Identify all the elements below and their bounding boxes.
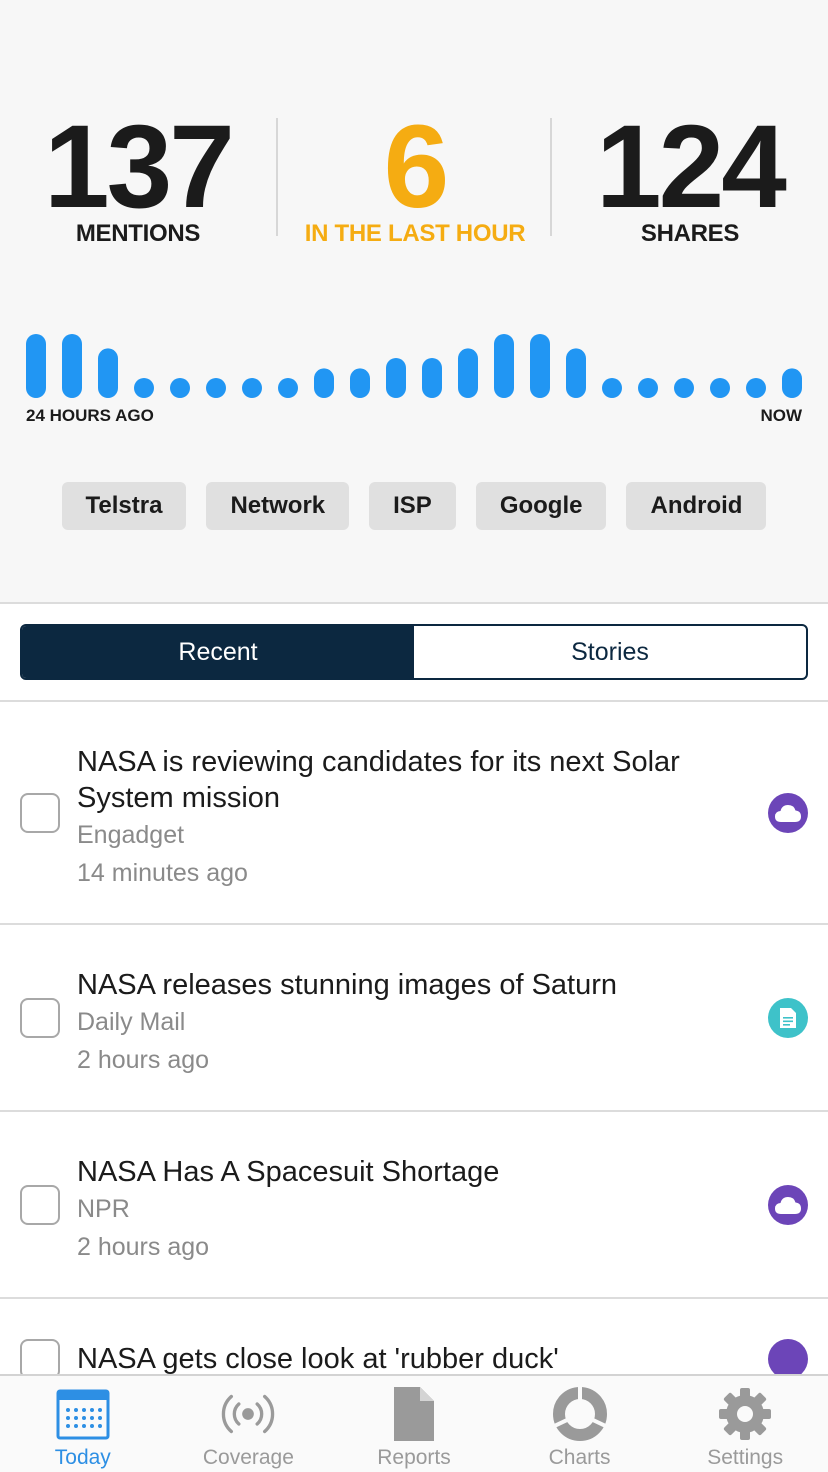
cloud-icon: [768, 1339, 808, 1374]
feed-segmented-control: Recent Stories: [20, 624, 808, 680]
tab-label: Coverage: [202, 1446, 294, 1469]
bottom-tab-bar: Today Coverage Reports Charts Settings: [0, 1374, 828, 1472]
item-source: Daily Mail: [77, 1008, 186, 1036]
stat-divider: [550, 118, 552, 236]
last-hour-label: IN THE LAST HOUR: [304, 220, 526, 247]
report-icon: [384, 1386, 444, 1442]
donut-chart-icon: [550, 1385, 610, 1442]
broadcast-icon: [218, 1386, 278, 1442]
activity-bar: [674, 378, 694, 398]
activity-bar: [98, 348, 118, 398]
item-source: NPR: [77, 1195, 130, 1223]
cloud-icon: [768, 792, 808, 833]
activity-bar: [422, 358, 442, 398]
segment-stories[interactable]: Stories: [414, 626, 806, 678]
cloud-icon: [768, 1184, 808, 1225]
activity-bar: [458, 348, 478, 398]
tab-settings[interactable]: Settings: [662, 1376, 828, 1472]
tab-label: Today: [54, 1446, 111, 1469]
item-title[interactable]: NASA gets close look at 'rubber duck': [77, 1341, 708, 1374]
tab-label: Charts: [548, 1446, 611, 1469]
activity-bar: [170, 378, 190, 398]
tab-label: Reports: [377, 1446, 451, 1469]
stat-divider: [276, 118, 278, 236]
tab-coverage[interactable]: Coverage: [166, 1376, 332, 1472]
activity-bar: [782, 368, 802, 398]
activity-bar: [350, 368, 370, 398]
activity-bar: [386, 358, 406, 398]
item-checkbox[interactable]: [20, 997, 60, 1038]
item-source: Engadget: [77, 821, 185, 849]
segment-recent[interactable]: Recent: [22, 626, 414, 678]
activity-bar: [134, 378, 154, 398]
activity-sparkline: [26, 334, 802, 398]
calendar-icon: [53, 1386, 113, 1442]
item-title[interactable]: NASA releases stunning images of Saturn: [77, 967, 708, 1003]
shares-stat: 124 SHARES: [582, 108, 798, 248]
activity-bar: [26, 334, 46, 398]
sparkline-start-label: 24 HOURS AGO: [26, 406, 154, 425]
last-hour-count: 6: [383, 101, 450, 233]
tag-telstra[interactable]: Telstra: [61, 482, 187, 530]
tab-label: Settings: [707, 1446, 784, 1469]
tab-today[interactable]: Today: [0, 1376, 166, 1472]
mentions-count: 137: [44, 101, 235, 233]
activity-bar: [278, 378, 298, 398]
item-title[interactable]: NASA Has A Spacesuit Shortage: [77, 1154, 708, 1190]
activity-bar: [602, 378, 622, 398]
tag-isp[interactable]: ISP: [369, 482, 456, 530]
tag-android[interactable]: Android: [626, 482, 767, 530]
activity-bar: [206, 378, 226, 398]
tag-google[interactable]: Google: [475, 482, 607, 530]
gear-icon: [715, 1386, 775, 1442]
shares-count: 124: [596, 101, 787, 233]
activity-bar: [314, 368, 334, 398]
list-item[interactable]: NASA releases stunning images of Saturn …: [0, 925, 828, 1112]
item-title[interactable]: NASA is reviewing candidates for its nex…: [77, 744, 708, 816]
summary-panel: 137 MENTIONS 6 IN THE LAST HOUR 124 SHAR…: [0, 0, 828, 604]
activity-bar: [746, 378, 766, 398]
last-hour-stat: 6 IN THE LAST HOUR: [290, 108, 540, 248]
item-checkbox[interactable]: [20, 1339, 60, 1374]
mentions-stat: 137 MENTIONS: [30, 108, 246, 248]
activity-bar: [638, 378, 658, 398]
tag-network[interactable]: Network: [206, 482, 350, 530]
activity-bar: [494, 334, 514, 398]
list-item[interactable]: NASA is reviewing candidates for its nex…: [0, 702, 828, 925]
item-time: 14 minutes ago: [77, 859, 248, 887]
mentions-feed[interactable]: NASA is reviewing candidates for its nex…: [0, 702, 828, 1374]
item-time: 2 hours ago: [77, 1046, 210, 1074]
activity-bar: [62, 334, 82, 398]
activity-bar: [710, 378, 730, 398]
activity-bar: [242, 378, 262, 398]
item-checkbox[interactable]: [20, 1184, 60, 1225]
list-item[interactable]: NASA Has A Spacesuit Shortage NPR 2 hour…: [0, 1112, 828, 1299]
sparkline-end-label: NOW: [760, 406, 802, 425]
activity-bar: [566, 348, 586, 398]
tab-reports[interactable]: Reports: [331, 1376, 497, 1472]
item-checkbox[interactable]: [20, 792, 60, 833]
list-item[interactable]: NASA gets close look at 'rubber duck': [0, 1299, 828, 1374]
activity-bar: [530, 334, 550, 398]
document-icon: [768, 997, 808, 1038]
keyword-tags: Telstra Network ISP Google Android: [0, 482, 828, 530]
tab-charts[interactable]: Charts: [497, 1376, 663, 1472]
item-time: 2 hours ago: [77, 1233, 210, 1261]
